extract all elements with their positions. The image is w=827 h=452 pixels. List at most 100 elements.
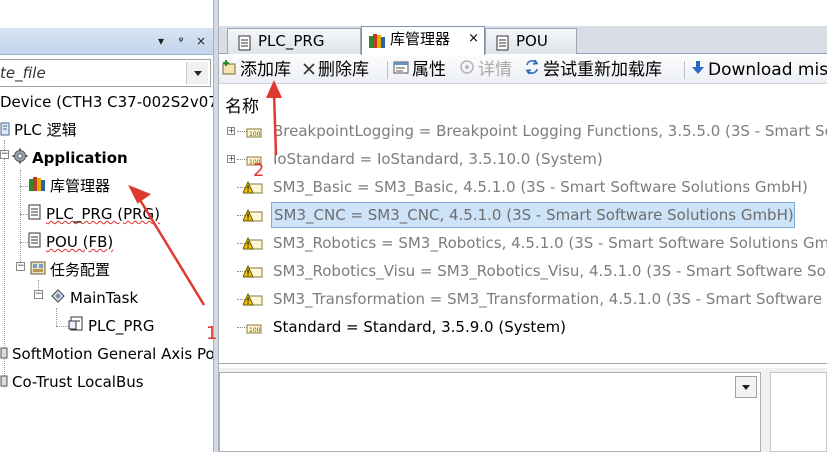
library-toolbar: 添加库 删除库 属性 详情 尝试重新加载库 Download mis bbox=[219, 56, 827, 84]
library-row[interactable]: +100 BreakpointLogging = Breakpoint Loggi… bbox=[219, 118, 827, 144]
properties-icon bbox=[393, 59, 409, 81]
expand-toggle-icon[interactable]: + bbox=[227, 127, 235, 135]
library-row[interactable]: SM3_Basic = SM3_Basic, 4.5.1.0 (3S - Sma… bbox=[219, 174, 827, 200]
library-row[interactable]: SM3_Transformation = SM3_Transformation,… bbox=[219, 286, 827, 312]
tree-item-device[interactable]: Device (CTH3 C37-002S2v07) bbox=[0, 89, 213, 115]
library-books-icon bbox=[368, 32, 386, 56]
tab-library-manager[interactable]: 库管理器 × bbox=[361, 26, 485, 55]
try-reload-library-label: 尝试重新加载库 bbox=[543, 60, 662, 80]
library-row[interactable]: SM3_Robotics = SM3_Robotics, 4.5.1.0 (3S… bbox=[219, 230, 827, 256]
editor-tab-bar: PLC_PRG 库管理器 × POU bbox=[219, 26, 827, 55]
tab-label: POU bbox=[516, 32, 548, 50]
tree-item-application[interactable]: Application bbox=[12, 145, 128, 171]
tree-item-label: POU (FB) bbox=[46, 233, 114, 251]
tree-item-softmotion-axis[interactable]: SoftMotion General Axis Po bbox=[0, 341, 213, 367]
tree-item-label: PLC_PRG bbox=[88, 317, 155, 335]
library-row-label: SM3_Transformation = SM3_Transformation,… bbox=[273, 290, 827, 308]
chevron-down-icon[interactable] bbox=[186, 62, 208, 84]
library-row-label: SM3_CNC = SM3_CNC, 4.5.1.0 (3S - Smart S… bbox=[271, 202, 795, 228]
properties-button[interactable]: 属性 bbox=[393, 59, 446, 81]
devices-panel-header: ▾ ᵠ × bbox=[0, 28, 213, 55]
delete-library-label: 删除库 bbox=[318, 60, 369, 80]
details-label: 详情 bbox=[478, 60, 512, 80]
svg-text:100: 100 bbox=[249, 131, 261, 138]
library-row[interactable]: SM3_CNC = SM3_CNC, 4.5.1.0 (3S - Smart S… bbox=[219, 202, 827, 228]
delete-library-button[interactable]: 删除库 bbox=[303, 59, 369, 81]
tree-item-label: Co-Trust LocalBus bbox=[12, 373, 144, 391]
close-icon[interactable]: × bbox=[468, 27, 479, 51]
pou-doc-icon bbox=[496, 34, 510, 58]
library-detail-side-area bbox=[770, 372, 827, 452]
tree-item-plc-prg-call[interactable]: PLC_PRG bbox=[68, 313, 154, 339]
download-missing-label: Download mis bbox=[708, 60, 827, 80]
name-column-header[interactable]: 名称 bbox=[225, 92, 259, 117]
tab-label: PLC_PRG bbox=[258, 32, 325, 50]
tree-item-label: MainTask bbox=[70, 289, 139, 307]
tree-item-pou[interactable]: POU (FB) bbox=[28, 229, 113, 255]
panel-pin-icon[interactable]: ᵠ bbox=[174, 34, 188, 48]
task-config-icon bbox=[30, 258, 46, 284]
program-doc-icon bbox=[28, 202, 42, 228]
collapse-toggle-icon[interactable]: − bbox=[0, 150, 9, 159]
tree-item-label: 任务配置 bbox=[50, 261, 111, 279]
tree-item-localbus[interactable]: Co-Trust LocalBus bbox=[0, 369, 144, 395]
device-node-icon bbox=[0, 342, 8, 368]
toolbar-separator bbox=[684, 61, 685, 79]
tree-item-plc-prg[interactable]: PLC_PRG (PRG) bbox=[28, 201, 160, 227]
project-file-value: te_file bbox=[0, 64, 46, 82]
tab-plc-prg[interactable]: PLC_PRG bbox=[227, 28, 361, 54]
library-row[interactable]: +100 IoStandard = IoStandard, 3.5.10.0 (S… bbox=[219, 146, 827, 172]
collapse-toggle-icon[interactable]: − bbox=[16, 262, 25, 271]
program-doc-icon bbox=[238, 34, 252, 58]
library-row-label: Standard = Standard, 3.5.9.0 (System) bbox=[273, 318, 567, 336]
device-node-icon bbox=[0, 370, 8, 396]
library-row-label: SM3_Robotics_Visu = SM3_Robotics_Visu, 4… bbox=[273, 262, 827, 280]
expand-toggle-icon[interactable]: + bbox=[227, 155, 235, 163]
program-call-icon bbox=[68, 314, 84, 340]
add-library-button[interactable]: 添加库 bbox=[221, 59, 291, 81]
library-row-label: SM3_Basic = SM3_Basic, 4.5.1.0 (3S - Sma… bbox=[273, 178, 808, 196]
reload-arrows-icon bbox=[524, 59, 540, 81]
panel-close-icon[interactable]: × bbox=[194, 34, 208, 48]
download-missing-button[interactable]: Download mis bbox=[691, 59, 827, 81]
toolbar-separator bbox=[387, 61, 388, 79]
tab-pou[interactable]: POU bbox=[485, 28, 577, 54]
panel-menu-dropdown-icon[interactable]: ▾ bbox=[154, 34, 168, 48]
chevron-down-icon[interactable] bbox=[735, 376, 757, 398]
tree-item-label: Device (CTH3 C37-002S2v07) bbox=[0, 93, 213, 111]
svg-text:100: 100 bbox=[249, 327, 261, 334]
task-icon bbox=[50, 286, 66, 312]
library-description-area bbox=[219, 372, 761, 452]
library-detail-panel bbox=[219, 368, 827, 452]
application-gear-icon bbox=[12, 146, 28, 172]
add-library-label: 添加库 bbox=[240, 60, 291, 80]
tree-item-task-config[interactable]: 任务配置 bbox=[30, 257, 110, 283]
tree-item-label: Application bbox=[32, 149, 128, 167]
library-books-icon bbox=[28, 174, 46, 200]
delete-x-icon bbox=[303, 59, 315, 81]
tab-label: 库管理器 bbox=[390, 30, 451, 48]
try-reload-library-button[interactable]: 尝试重新加载库 bbox=[524, 59, 662, 81]
details-button[interactable]: 详情 bbox=[459, 59, 512, 81]
library-row-label: IoStandard = IoStandard, 3.5.10.0 (Syste… bbox=[273, 150, 603, 168]
library-list-panel: 名称 +100 BreakpointLogging = Breakpoint Lo… bbox=[219, 86, 827, 364]
tree-item-label: PLC 逻辑 bbox=[14, 121, 77, 139]
properties-label: 属性 bbox=[412, 60, 446, 80]
library-row[interactable]: 100 Standard = Standard, 3.5.9.0 (System) bbox=[219, 314, 827, 340]
library-row-label: BreakpointLogging = Breakpoint Logging F… bbox=[273, 122, 827, 140]
library-row-label: SM3_Robotics = SM3_Robotics, 4.5.1.0 (3S… bbox=[273, 234, 827, 252]
devices-panel: ▾ ᵠ × te_file Device (CTH3 C37-002S2v07)… bbox=[0, 0, 213, 452]
pou-doc-icon bbox=[28, 230, 42, 256]
add-library-icon bbox=[221, 59, 237, 81]
tree-item-maintask[interactable]: MainTask bbox=[50, 285, 138, 311]
library-icon: 100 bbox=[243, 319, 263, 345]
collapse-toggle-icon[interactable]: − bbox=[34, 290, 43, 299]
project-file-combo[interactable]: te_file bbox=[0, 59, 211, 87]
tree-item-label: 库管理器 bbox=[50, 177, 111, 195]
tree-item-plc-logic[interactable]: PLC 逻辑 bbox=[0, 117, 77, 143]
tree-item-library-manager[interactable]: 库管理器 bbox=[28, 173, 110, 199]
tree-item-label: PLC_PRG (PRG) bbox=[46, 205, 161, 223]
library-row[interactable]: SM3_Robotics_Visu = SM3_Robotics_Visu, 4… bbox=[219, 258, 827, 284]
details-icon bbox=[459, 59, 475, 81]
tree-item-label: SoftMotion General Axis Po bbox=[12, 345, 213, 363]
